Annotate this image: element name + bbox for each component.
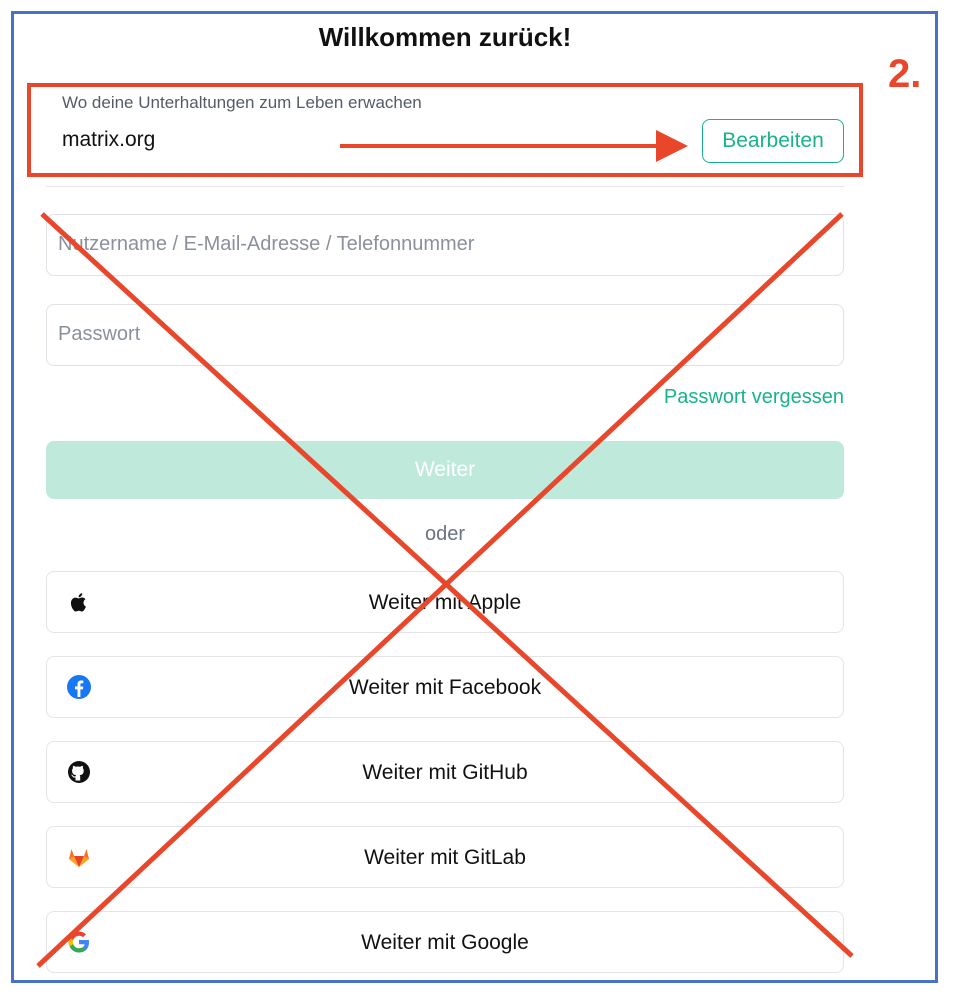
sso-apple-label: Weiter mit Apple (368, 591, 522, 614)
sso-github-button[interactable]: Weiter mit GitHub (46, 741, 844, 803)
server-section-divider (46, 182, 844, 187)
sso-google-button[interactable]: Weiter mit Google (46, 911, 844, 973)
or-separator: oder (424, 523, 466, 545)
highlight-box (27, 83, 863, 177)
sso-github-label: Weiter mit GitHub (362, 761, 528, 784)
continue-button[interactable]: Weiter (46, 441, 844, 499)
password-placeholder: Passwort (58, 323, 141, 345)
sso-facebook-label: Weiter mit Facebook (348, 676, 542, 699)
sso-gitlab-button[interactable]: Weiter mit GitLab (46, 826, 844, 888)
password-field[interactable]: Passwort (46, 304, 844, 366)
username-field[interactable]: Nutzername / E-Mail-Adresse / Telefonnum… (46, 214, 844, 276)
page-title: Willkommen zurück! (318, 22, 572, 52)
sso-gitlab-label: Weiter mit GitLab (364, 846, 526, 869)
sso-facebook-button[interactable]: Weiter mit Facebook (46, 656, 844, 718)
sso-apple-button[interactable]: Weiter mit Apple (46, 571, 844, 633)
sso-google-label: Weiter mit Google (361, 931, 529, 954)
forgot-password-link[interactable]: Passwort vergessen (664, 386, 844, 409)
username-placeholder: Nutzername / E-Mail-Adresse / Telefonnum… (58, 233, 475, 255)
step-marker: 2. (888, 52, 922, 96)
